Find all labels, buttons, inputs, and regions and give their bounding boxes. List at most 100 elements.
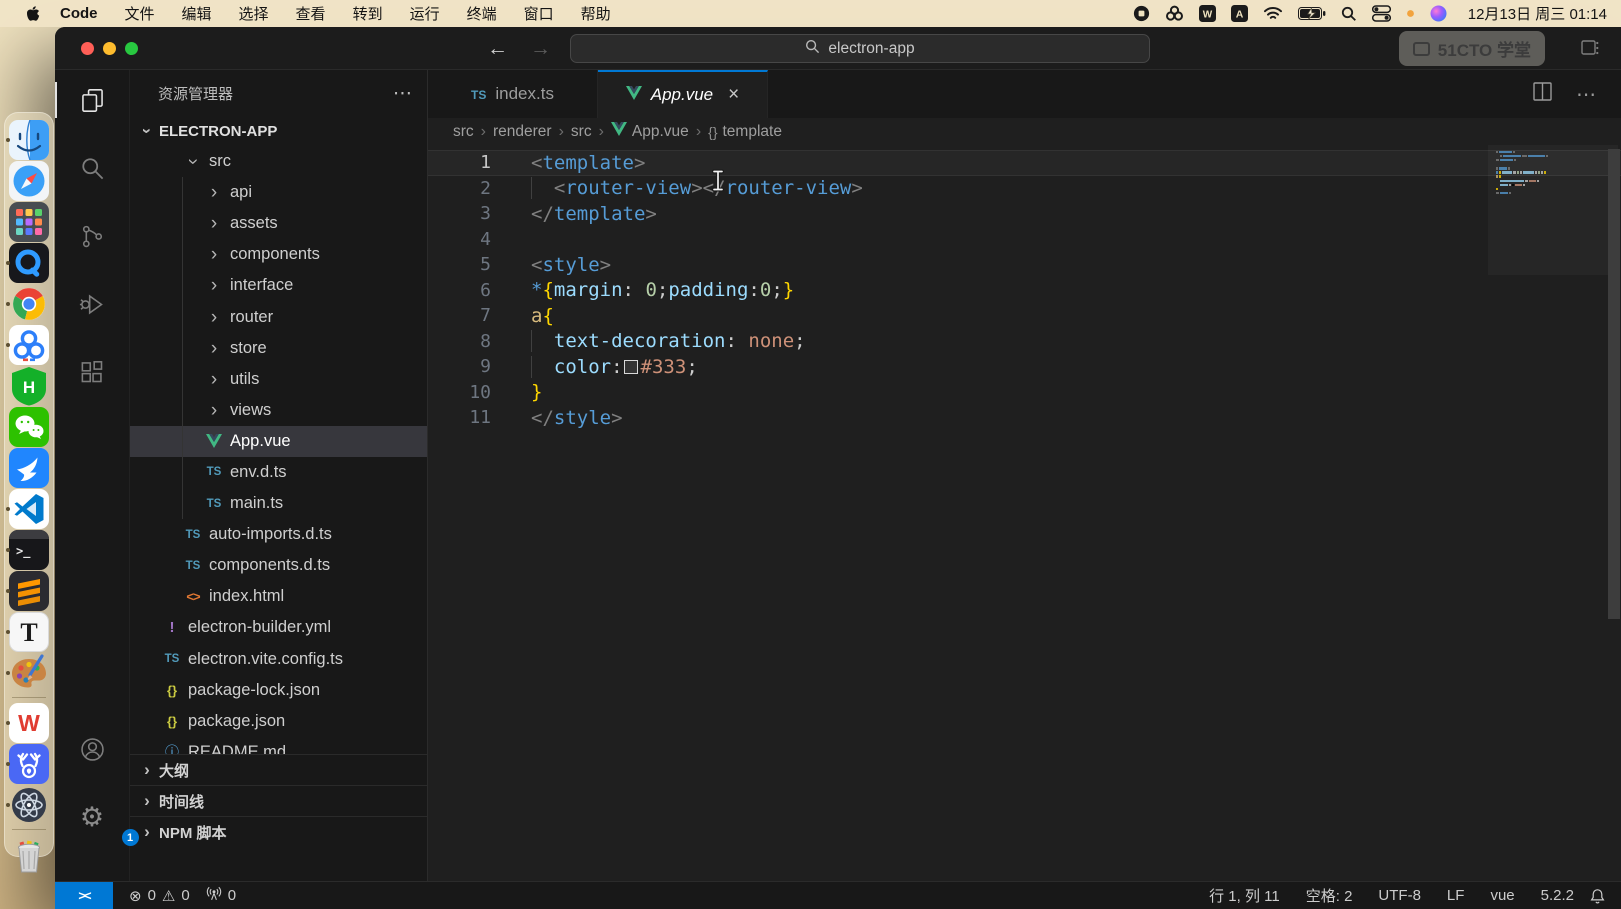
menu-item-7[interactable]: 终端 bbox=[467, 3, 497, 24]
menu-item-0[interactable]: Code bbox=[60, 5, 98, 22]
code-line-8[interactable]: 8 text-decoration: none; bbox=[428, 329, 1621, 355]
remote-indicator[interactable]: >< bbox=[55, 882, 113, 909]
tree-item-assets[interactable]: ›assets bbox=[130, 208, 427, 239]
minimap[interactable] bbox=[1496, 151, 1608, 196]
menu-item-2[interactable]: 编辑 bbox=[182, 3, 212, 24]
scrollbar-thumb[interactable] bbox=[1608, 149, 1620, 619]
tree-item-api[interactable]: ›api bbox=[130, 177, 427, 208]
breadcrumb-item-template[interactable]: {}template bbox=[708, 123, 782, 141]
sidebar-section-1[interactable]: ›时间线 bbox=[130, 785, 427, 816]
dock-item-text-editor[interactable]: T bbox=[8, 611, 50, 652]
back-icon[interactable]: ← bbox=[487, 37, 508, 61]
menu-item-1[interactable]: 文件 bbox=[125, 3, 155, 24]
tree-item-router[interactable]: ›router bbox=[130, 301, 427, 332]
breadcrumb-item-renderer[interactable]: renderer bbox=[493, 123, 552, 141]
explorer-icon[interactable] bbox=[55, 76, 130, 124]
zoom-window-button[interactable] bbox=[125, 42, 138, 55]
dock-item-trash[interactable] bbox=[8, 834, 50, 875]
dock-item-terminal[interactable]: >_ bbox=[8, 529, 50, 570]
code-line-2[interactable]: 2 <router-view></router-view> bbox=[428, 176, 1621, 202]
code-line-3[interactable]: 3</template> bbox=[428, 201, 1621, 227]
dock-item-paint-palette[interactable] bbox=[8, 652, 50, 693]
tree-item-package.json[interactable]: {}package.json bbox=[130, 706, 427, 737]
code-line-9[interactable]: 9 color:#333; bbox=[428, 354, 1621, 380]
tree-item-App.vue[interactable]: App.vue bbox=[130, 426, 427, 457]
dock-item-chrome[interactable] bbox=[8, 283, 50, 324]
customize-layout-icon[interactable] bbox=[1581, 40, 1599, 61]
tree-item-components[interactable]: ›components bbox=[130, 239, 427, 270]
menu-item-6[interactable]: 运行 bbox=[410, 3, 440, 24]
code-line-7[interactable]: 7a{ bbox=[428, 303, 1621, 329]
extensions-icon[interactable] bbox=[55, 348, 130, 396]
notifications-bell-icon[interactable] bbox=[1590, 888, 1605, 904]
screen-record-icon[interactable] bbox=[1133, 5, 1150, 22]
status-item-2[interactable]: UTF-8 bbox=[1378, 887, 1421, 904]
knot-360-icon[interactable] bbox=[1165, 5, 1184, 22]
breadcrumb-item-src[interactable]: src bbox=[571, 123, 592, 141]
code-line-4[interactable]: 4 bbox=[428, 227, 1621, 253]
tree-item-main.ts[interactable]: TSmain.ts bbox=[130, 488, 427, 519]
dock-item-quicktime[interactable] bbox=[8, 242, 50, 283]
account-icon[interactable] bbox=[55, 725, 130, 773]
dock-item-dingtalk[interactable] bbox=[8, 447, 50, 488]
forward-icon[interactable]: → bbox=[530, 37, 551, 61]
menu-item-9[interactable]: 帮助 bbox=[581, 3, 611, 24]
menu-item-5[interactable]: 转到 bbox=[353, 3, 383, 24]
dock-item-sublime-text[interactable] bbox=[8, 570, 50, 611]
sidebar-section-0[interactable]: ›大纲 bbox=[130, 754, 427, 785]
editor-more-actions-icon[interactable]: ⋯ bbox=[1576, 82, 1597, 107]
problems-indicator[interactable]: ⊗ 0 ⚠ 0 bbox=[129, 887, 190, 905]
menu-item-4[interactable]: 查看 bbox=[296, 3, 326, 24]
project-root-row[interactable]: › ELECTRON-APP bbox=[130, 116, 427, 146]
dock-item-atom-app[interactable] bbox=[8, 784, 50, 825]
wifi-icon[interactable] bbox=[1263, 6, 1283, 21]
tab-App.vue[interactable]: App.vue× bbox=[598, 70, 768, 118]
code-line-5[interactable]: 5<style> bbox=[428, 252, 1621, 278]
tree-item-interface[interactable]: ›interface bbox=[130, 270, 427, 301]
siri-icon[interactable] bbox=[1430, 5, 1447, 22]
editor-scrollbar[interactable] bbox=[1607, 145, 1621, 881]
code-editor[interactable]: 1<template>2 <router-view></router-view>… bbox=[428, 145, 1621, 881]
wps-icon[interactable]: W bbox=[1199, 5, 1216, 22]
dock-item-launchpad[interactable] bbox=[8, 201, 50, 242]
status-item-5[interactable]: 5.2.2 bbox=[1541, 887, 1574, 904]
source-control-icon[interactable] bbox=[55, 212, 130, 260]
tree-item-package-lock.json[interactable]: {}package-lock.json bbox=[130, 675, 427, 706]
menubar-clock[interactable]: 12月13日 周三 01:14 bbox=[1468, 3, 1607, 24]
status-item-1[interactable]: 空格: 2 bbox=[1306, 885, 1353, 906]
code-line-10[interactable]: 10} bbox=[428, 380, 1621, 406]
dock-item-safari[interactable] bbox=[8, 160, 50, 201]
code-line-6[interactable]: 6*{margin: 0;padding:0;} bbox=[428, 278, 1621, 304]
close-tab-icon[interactable]: × bbox=[728, 84, 739, 106]
settings-gear-icon[interactable]: ⚙ 1 bbox=[55, 793, 130, 841]
breadcrumb-item-App.vue[interactable]: App.vue bbox=[611, 122, 689, 141]
ports-indicator[interactable]: 0 bbox=[206, 886, 236, 905]
split-editor-icon[interactable] bbox=[1533, 82, 1552, 106]
minimize-window-button[interactable] bbox=[103, 42, 116, 55]
tree-item-index.html[interactable]: <>index.html bbox=[130, 581, 427, 612]
code-line-11[interactable]: 11</style> bbox=[428, 405, 1621, 431]
tree-item-src[interactable]: ›src bbox=[130, 146, 427, 177]
input-source-a-icon[interactable]: A bbox=[1231, 5, 1248, 22]
tab-index.ts[interactable]: TSindex.ts bbox=[428, 70, 598, 118]
status-item-0[interactable]: 行 1, 列 11 bbox=[1209, 885, 1280, 906]
dock-item-wps-office[interactable]: W bbox=[8, 702, 50, 743]
recording-dot-icon[interactable] bbox=[1406, 9, 1415, 18]
status-item-4[interactable]: vue bbox=[1490, 887, 1514, 904]
tree-item-auto-imports.d.ts[interactable]: TSauto-imports.d.ts bbox=[130, 519, 427, 550]
dock-item-finder[interactable] bbox=[8, 119, 50, 160]
tree-item-views[interactable]: ›views bbox=[130, 395, 427, 426]
control-center-icon[interactable] bbox=[1372, 5, 1391, 22]
tree-item-electron.vite.config.ts[interactable]: TSelectron.vite.config.ts bbox=[130, 644, 427, 675]
menu-item-3[interactable]: 选择 bbox=[239, 3, 269, 24]
color-swatch[interactable] bbox=[624, 360, 638, 374]
dock-item-wechat[interactable] bbox=[8, 406, 50, 447]
spotlight-search-icon[interactable] bbox=[1341, 6, 1357, 22]
dock-item-hbuilderx[interactable]: H bbox=[8, 365, 50, 406]
search-sidebar-icon[interactable] bbox=[55, 144, 130, 192]
menu-item-8[interactable]: 窗口 bbox=[524, 3, 554, 24]
command-center-search[interactable]: electron-app bbox=[570, 34, 1150, 63]
more-actions-icon[interactable]: ⋯ bbox=[393, 82, 413, 105]
tree-item-utils[interactable]: ›utils bbox=[130, 364, 427, 395]
dock-item-browser-360[interactable] bbox=[8, 324, 50, 365]
